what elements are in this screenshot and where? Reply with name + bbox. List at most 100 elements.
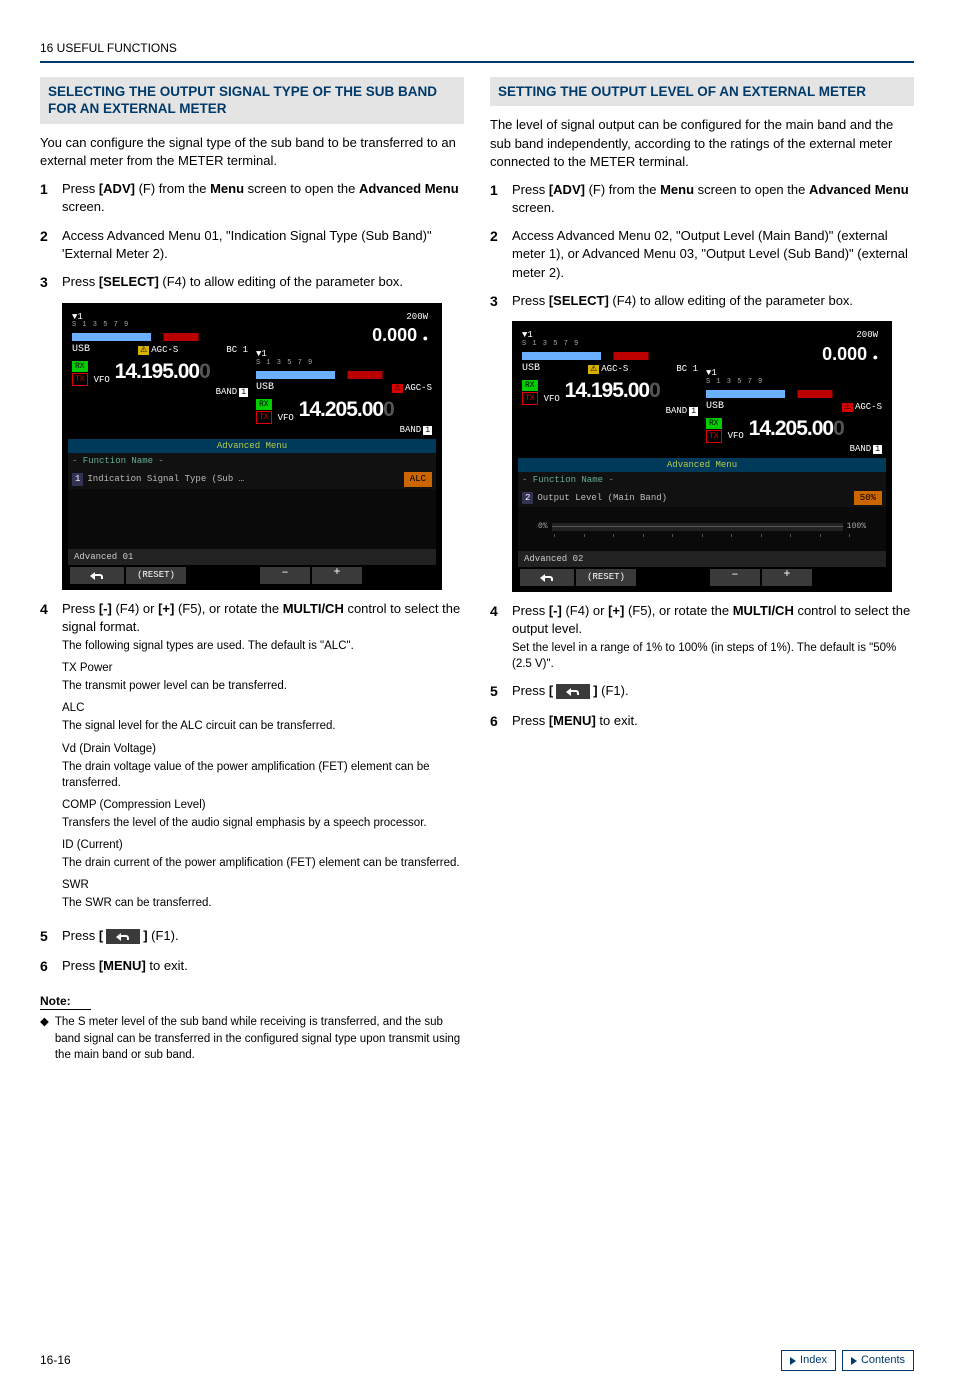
tx-badge: TX — [72, 373, 88, 386]
back-button-inline — [106, 929, 140, 944]
signal-desc: The signal level for the ALC circuit can… — [62, 718, 464, 734]
intro-left: You can configure the signal type of the… — [40, 134, 464, 170]
step-3: Press [SELECT] (F4) to allow editing of … — [62, 273, 464, 293]
step-4: Press [-] (F4) or [+] (F5), or rotate th… — [62, 600, 464, 918]
step-4-sub: Set the level in a range of 1% to 100% (… — [512, 640, 914, 672]
step-2: Access Advanced Menu 01, "Indication Sig… — [62, 227, 464, 263]
agc-label: ⚠AGC-S — [138, 344, 178, 357]
triangle-icon — [790, 1357, 796, 1365]
band-label: BAND1 — [72, 386, 248, 399]
frequency-main: 14.195.000 — [560, 376, 660, 405]
step-num: 4 — [40, 600, 62, 918]
step-num: 2 — [490, 227, 512, 282]
chapter-header: 16 USEFUL FUNCTIONS — [40, 40, 914, 57]
signal-title: ALC — [62, 700, 464, 716]
right-column: SETTING THE OUTPUT LEVEL OF AN EXTERNAL … — [490, 77, 914, 1330]
step-num: 1 — [490, 181, 512, 217]
signal-desc: The drain voltage value of the power amp… — [62, 759, 464, 791]
step-4-sub: The following signal types are used. The… — [62, 638, 464, 654]
band-label: BAND1 — [706, 443, 882, 456]
step-2: Access Advanced Menu 02, "Output Level (… — [512, 227, 914, 282]
back-arrow-icon — [566, 687, 580, 696]
step-num: 6 — [40, 957, 62, 977]
step-6: Press [MENU] to exit. — [62, 957, 464, 977]
page-number: 16-16 — [40, 1352, 71, 1369]
step-num: 6 — [490, 712, 512, 732]
step-1: Press [ADV] (F) from the Menu screen to … — [512, 181, 914, 217]
back-button[interactable] — [70, 567, 124, 584]
step-num: 4 — [490, 602, 512, 673]
note-body: ◆ The S meter level of the sub band whil… — [40, 1014, 464, 1062]
agc-label: ⚠AGC-S — [588, 363, 628, 376]
plus-button[interactable]: + — [762, 569, 812, 586]
back-button[interactable] — [520, 569, 574, 586]
signal-desc: The transmit power level can be transfer… — [62, 678, 464, 694]
agc-label: ⚠AGC-S — [842, 401, 882, 414]
advanced-menu-bar: Advanced Menu — [518, 458, 886, 473]
slider-area: 0% 100% — [518, 507, 886, 550]
minus-button[interactable]: – — [260, 567, 310, 584]
function-name-header: - Function Name - — [518, 472, 886, 489]
rx-badge: RX — [72, 361, 88, 372]
bc-label: BC 1 — [226, 344, 248, 357]
signal-title: ID (Current) — [62, 837, 464, 853]
vfo-label: VFO — [728, 430, 744, 443]
blank-area — [68, 489, 436, 549]
band-label: BAND1 — [256, 424, 432, 437]
note-text: The S meter level of the sub band while … — [55, 1014, 464, 1062]
reset-button[interactable]: (RESET) — [126, 567, 186, 584]
step-num: 5 — [490, 682, 512, 702]
mode-usb: USB — [256, 381, 274, 395]
contents-button[interactable]: Contents — [842, 1350, 914, 1371]
signal-desc: The drain current of the power amplifica… — [62, 855, 464, 871]
signal-desc: The SWR can be transferred. — [62, 895, 464, 911]
menu-item-number: 2 — [522, 492, 533, 505]
mode-usb: USB — [706, 400, 724, 414]
s-meter-labels: S 1 3 5 7 9 — [256, 359, 432, 369]
triangle-icon — [851, 1357, 857, 1365]
advanced-footer: Advanced 02 — [518, 551, 886, 568]
reset-button[interactable]: (RESET) — [576, 569, 636, 586]
menu-item-row: 2 Output Level (Main Band) 50% — [518, 489, 886, 508]
s-meter-bar — [706, 390, 882, 398]
step-num: 2 — [40, 227, 62, 263]
rx-badge: RX — [706, 418, 722, 429]
menu-item-number: 1 — [72, 473, 83, 486]
rx-badge: RX — [256, 399, 272, 410]
back-arrow-icon — [116, 932, 130, 941]
radio-screenshot-left: ▼1 S 1 3 5 7 9 USB ⚠AGC-S BC 1 RX TX — [62, 303, 442, 590]
tx-badge: TX — [256, 411, 272, 424]
signal-title: COMP (Compression Level) — [62, 797, 464, 813]
section-title-left: SELECTING THE OUTPUT SIGNAL TYPE OF THE … — [40, 77, 464, 124]
index-label: Index — [800, 1353, 827, 1368]
slider-max: 100% — [847, 521, 866, 532]
step-1: Press [ADV] (F) from the Menu screen to … — [62, 180, 464, 216]
soft-button-row: (RESET) – + — [518, 567, 886, 586]
tx-badge: TX — [522, 392, 538, 405]
minus-button[interactable]: – — [710, 569, 760, 586]
plus-button[interactable]: + — [312, 567, 362, 584]
index-button[interactable]: Index — [781, 1350, 836, 1371]
signal-desc: Transfers the level of the audio signal … — [62, 815, 464, 831]
section-title-right: SETTING THE OUTPUT LEVEL OF AN EXTERNAL … — [490, 77, 914, 107]
step-3: Press [SELECT] (F4) to allow editing of … — [512, 292, 914, 312]
step-5: Press [] (F1). — [512, 682, 914, 702]
mode-usb: USB — [522, 362, 540, 376]
function-name-header: - Function Name - — [68, 453, 436, 470]
step-num: 3 — [490, 292, 512, 312]
s-meter-bar — [72, 333, 248, 341]
signal-title: TX Power — [62, 660, 464, 676]
mode-usb: USB — [72, 343, 90, 357]
radio-screenshot-right: ▼1 S 1 3 5 7 9 USB ⚠AGC-S BC 1 RX TX — [512, 321, 892, 591]
step-4: Press [-] (F4) or [+] (F5), or rotate th… — [512, 602, 914, 673]
back-arrow-icon — [90, 571, 104, 580]
power-readout: 200W0.000 ● — [706, 329, 882, 367]
bc-label: BC 1 — [676, 363, 698, 376]
menu-item-label: Output Level (Main Band) — [537, 492, 853, 505]
note-heading: Note: — [40, 993, 91, 1011]
signal-title: Vd (Drain Voltage) — [62, 741, 464, 757]
tx-badge: TX — [706, 430, 722, 443]
intro-right: The level of signal output can be config… — [490, 116, 914, 171]
step-num: 5 — [40, 927, 62, 947]
advanced-footer: Advanced 01 — [68, 549, 436, 566]
